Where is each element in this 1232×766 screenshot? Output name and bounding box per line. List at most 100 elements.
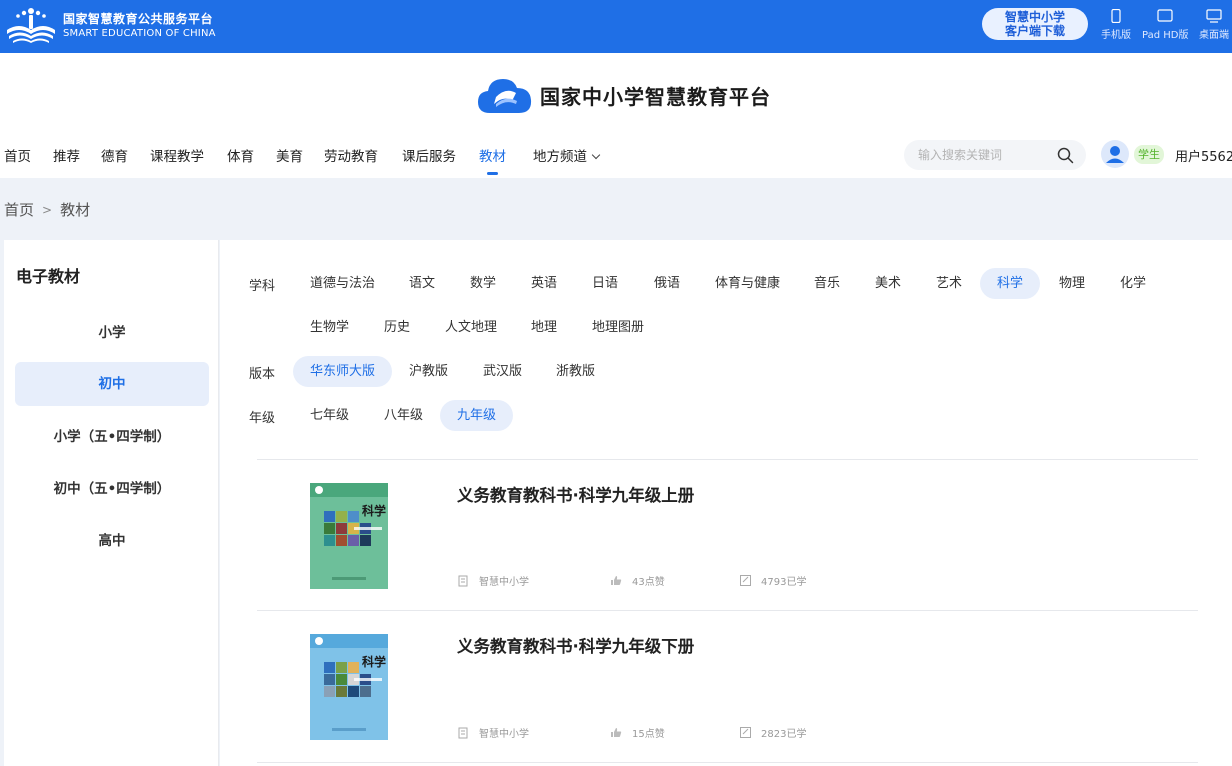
learned-icon	[740, 575, 751, 586]
breadcrumb: 首页 > 教材	[4, 199, 90, 220]
mobile-version-link[interactable]: 手机版	[1101, 9, 1131, 41]
breadcrumb-current: 教材	[60, 201, 91, 219]
book-learners: 4793已学	[740, 573, 806, 588]
edition-chip-active[interactable]: 华东师大版	[293, 356, 393, 387]
avatar[interactable]	[1101, 140, 1129, 168]
book-cover-image[interactable]	[310, 634, 388, 740]
role-badge: 学生	[1134, 145, 1164, 164]
subject-chip[interactable]: 美术	[858, 268, 918, 299]
desktop-icon	[1206, 9, 1222, 23]
book-publisher-text: 智慧中小学	[479, 577, 529, 588]
nav-home[interactable]: 首页	[4, 145, 31, 165]
nav-after-school[interactable]: 课后服务	[402, 145, 456, 165]
search-icon[interactable]	[1057, 147, 1074, 164]
client-download-button[interactable]: 智慧中小学 客户端下载	[982, 8, 1088, 40]
book-publisher: 智慧中小学	[458, 725, 529, 740]
subject-chip[interactable]: 地理	[514, 312, 574, 343]
thumbs-up-icon	[611, 576, 622, 585]
book-cover-title: 科学	[362, 504, 387, 518]
nav-moral[interactable]: 德育	[101, 145, 128, 165]
search-input[interactable]	[918, 146, 1048, 164]
book-title[interactable]: 义务教育教科书·科学九年级下册	[457, 633, 694, 657]
subject-chip[interactable]: 地理图册	[575, 312, 661, 343]
subject-chip-active[interactable]: 科学	[980, 268, 1041, 299]
sidebar-title: 电子教材	[16, 267, 81, 286]
book-cover-image[interactable]	[310, 483, 388, 589]
sidebar-item-senior[interactable]: 高中	[15, 519, 209, 563]
brand-name-en: SMART EDUCATION OF CHINA	[63, 27, 216, 39]
book-learners: 2823已学	[740, 725, 806, 740]
sidebar-item-primary[interactable]: 小学	[15, 311, 209, 355]
site-header: 国家中小学智慧教育平台 首页 推荐 德育 课程教学 体育 美育 劳动教育 课后服…	[0, 53, 1232, 178]
edition-chip[interactable]: 浙教版	[539, 356, 612, 387]
sidebar-item-junior-54[interactable]: 初中（五•四学制）	[15, 467, 209, 511]
edition-filter-label: 版本	[249, 367, 276, 382]
platform-title: 国家中小学智慧教育平台	[540, 84, 771, 109]
subject-chip[interactable]: 人文地理	[428, 312, 514, 343]
subject-chip[interactable]: 俄语	[637, 268, 697, 299]
book-likes-text: 43点赞	[632, 577, 665, 588]
nav-labor[interactable]: 劳动教育	[324, 145, 378, 165]
grade-chip[interactable]: 八年级	[367, 400, 440, 431]
tablet-icon	[1157, 9, 1173, 22]
breadcrumb-separator: >	[42, 202, 53, 217]
book-title[interactable]: 义务教育教科书·科学九年级上册	[457, 482, 694, 506]
subject-chip[interactable]: 生物学	[293, 312, 366, 343]
nav-arts[interactable]: 美育	[276, 145, 303, 165]
mobile-version-label: 手机版	[1101, 30, 1131, 41]
sidebar-item-junior[interactable]: 初中	[15, 362, 209, 406]
subject-chip[interactable]: 音乐	[797, 268, 857, 299]
book-publisher: 智慧中小学	[458, 573, 529, 588]
subject-chip[interactable]: 道德与法治	[293, 268, 392, 299]
subject-chip[interactable]: 英语	[514, 268, 574, 299]
pad-version-link[interactable]: Pad HD版	[1142, 9, 1188, 41]
subject-chip[interactable]: 数学	[453, 268, 513, 299]
search-box	[904, 140, 1086, 170]
pad-version-label: Pad HD版	[1142, 30, 1189, 41]
subject-chip[interactable]: 物理	[1042, 268, 1102, 299]
book-likes-text: 15点赞	[632, 729, 665, 740]
phone-icon	[1111, 9, 1121, 23]
desktop-version-label: 桌面端	[1199, 30, 1229, 41]
nav-courses[interactable]: 课程教学	[150, 145, 204, 165]
subject-chip[interactable]: 日语	[575, 268, 635, 299]
subject-chip[interactable]: 化学	[1103, 268, 1163, 299]
subject-chip[interactable]: 历史	[367, 312, 427, 343]
platform-logo[interactable]: 国家中小学智慧教育平台	[476, 73, 771, 117]
brand-logo-icon	[7, 8, 55, 43]
chevron-down-icon	[591, 150, 601, 160]
subject-filter-label: 学科	[249, 279, 276, 294]
sidebar-item-primary-54[interactable]: 小学（五•四学制）	[15, 415, 209, 459]
subject-chip[interactable]: 体育与健康	[698, 268, 797, 299]
nav-textbooks[interactable]: 教材	[479, 145, 506, 175]
user-icon	[1106, 146, 1124, 163]
grade-chip-active[interactable]: 九年级	[440, 400, 514, 431]
brand[interactable]: 国家智慧教育公共服务平台 SMART EDUCATION OF CHINA	[5, 6, 216, 44]
publisher-icon	[458, 727, 468, 738]
publisher-icon	[458, 575, 468, 586]
username[interactable]: 用户5562	[1175, 146, 1232, 165]
book-cover-title: 科学	[362, 655, 387, 669]
divider	[257, 610, 1198, 611]
book-learners-text: 4793已学	[761, 577, 807, 588]
textbook-content: 学科 道德与法治 语文 数学 英语 日语 俄语 体育与健康 音乐 美术 艺术 科…	[220, 240, 1232, 766]
nav-recommend[interactable]: 推荐	[53, 145, 80, 165]
grade-filter-label: 年级	[249, 411, 276, 426]
brand-name-cn: 国家智慧教育公共服务平台	[63, 11, 214, 26]
divider	[257, 459, 1198, 460]
download-line-1: 智慧中小学	[1004, 10, 1065, 24]
subject-chip[interactable]: 语文	[392, 268, 452, 299]
top-bar: 国家智慧教育公共服务平台 SMART EDUCATION OF CHINA 智慧…	[0, 0, 1232, 53]
book-publisher-text: 智慧中小学	[479, 729, 529, 740]
sidebar: 电子教材 小学 初中 小学（五•四学制） 初中（五•四学制） 高中	[4, 240, 219, 766]
nav-sports[interactable]: 体育	[227, 145, 254, 165]
nav-local-channel[interactable]: 地方频道	[533, 145, 601, 165]
breadcrumb-home[interactable]: 首页	[4, 199, 34, 220]
book-likes: 43点赞	[610, 573, 665, 588]
subject-chip[interactable]: 艺术	[919, 268, 979, 299]
grade-chip[interactable]: 七年级	[293, 400, 366, 431]
edition-chip[interactable]: 武汉版	[466, 356, 539, 387]
edition-chip[interactable]: 沪教版	[392, 356, 465, 387]
desktop-version-link[interactable]: 桌面端	[1199, 9, 1229, 41]
nav-local-channel-label: 地方频道	[533, 149, 587, 165]
